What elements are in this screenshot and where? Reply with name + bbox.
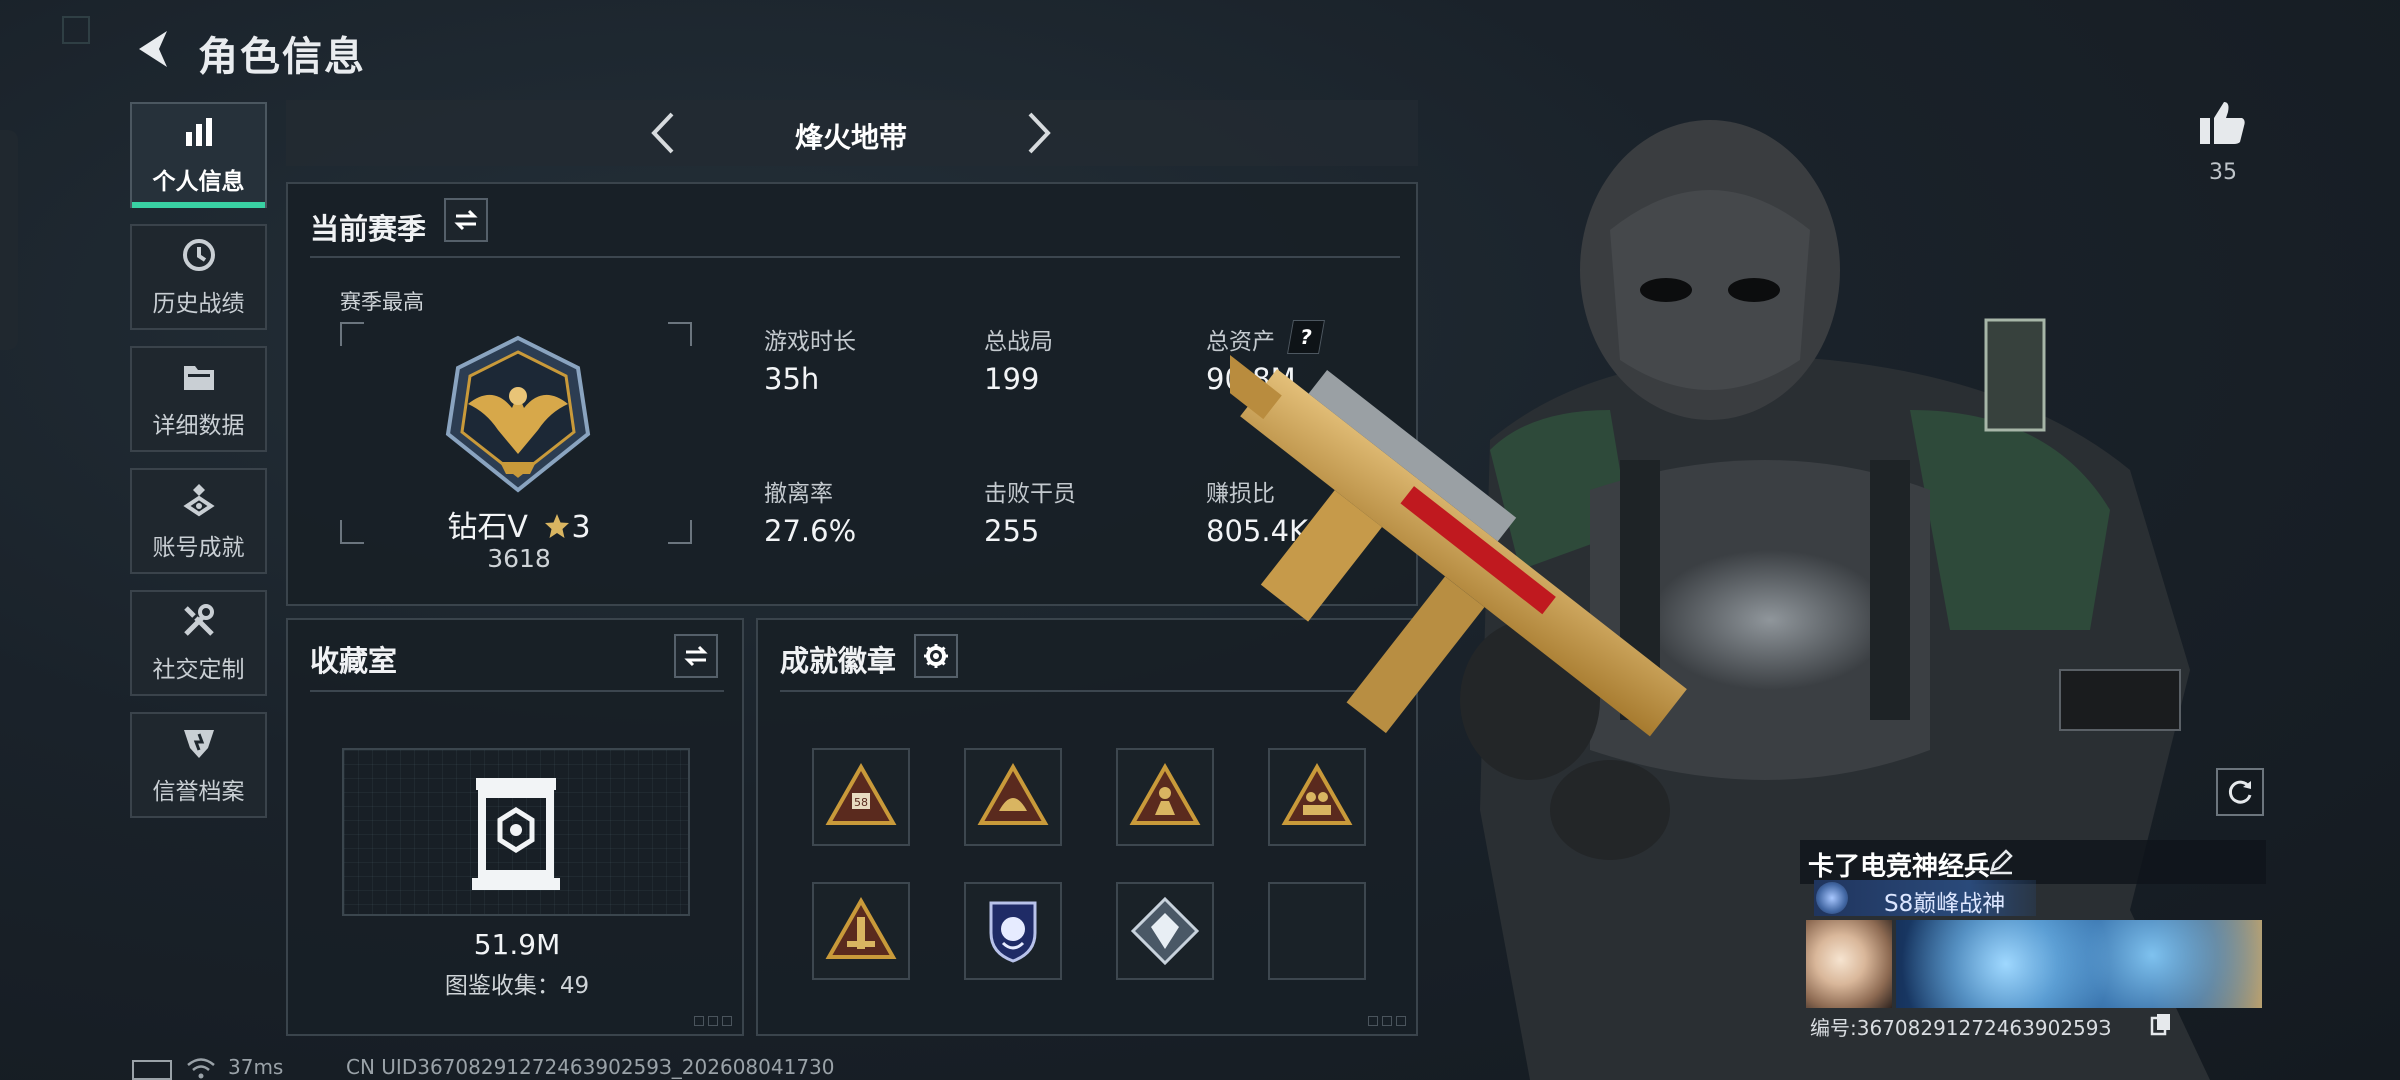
uid-text: CN UID3670829127246390259З_202608041730 [346, 1055, 835, 1079]
badge-slot[interactable] [964, 882, 1062, 980]
stat-value-operators-defeated: 255 [984, 514, 1040, 548]
stat-label-play-time: 游戏时长 [764, 329, 856, 355]
badge-slot[interactable] [1116, 882, 1214, 980]
profile-banner [1896, 920, 2262, 1008]
nav-item-reputation[interactable]: 信誉档案 [130, 712, 267, 818]
frame-corner [340, 520, 364, 544]
season-switch-button[interactable] [444, 198, 488, 242]
triangle-58-badge-icon: 58 [825, 762, 897, 825]
star-icon [545, 514, 570, 538]
back-button[interactable] [128, 24, 178, 74]
stat-value-total-matches: 199 [984, 362, 1040, 396]
swap-arrows-icon [684, 645, 708, 667]
mode-prev-button[interactable] [644, 108, 684, 158]
badges-title: 成就徽章 [780, 644, 897, 678]
nav-item-detailed-data[interactable]: 详细数据 [130, 346, 267, 452]
nav-label: 历史战绩 [152, 291, 245, 317]
title-emblem-icon [1816, 882, 1848, 914]
chevron-right-icon [1028, 112, 1051, 154]
nav-label: 账号成就 [152, 535, 245, 561]
corner-mark-icon [62, 16, 90, 44]
swap-arrows-icon [454, 209, 478, 231]
lion-shield-badge-icon [989, 901, 1037, 963]
frame-corner [668, 322, 692, 346]
refresh-icon [2228, 780, 2252, 804]
nav-label: 详细数据 [152, 413, 245, 439]
collection-value: 51.9M [473, 928, 561, 961]
player-id: 编号:3670829127246390259З [1810, 1016, 2112, 1040]
frame-corner [340, 322, 364, 346]
diamond-rank-emblem-icon [445, 335, 591, 493]
title-badge: S8巅峰战神 [1814, 880, 2036, 917]
folder-icon [183, 366, 214, 390]
shield-badge-icon [183, 730, 214, 758]
nav-label: 信誉档案 [152, 779, 245, 805]
frame-corner [668, 520, 692, 544]
battery-icon [132, 1060, 172, 1080]
wifi-icon [187, 1058, 215, 1079]
svg-text:58: 58 [854, 796, 868, 809]
stat-label-total-matches: 总战局 [984, 329, 1053, 355]
like-count: 35 [2209, 160, 2237, 185]
nav-item-personal-info[interactable]: 个人信息 [130, 102, 267, 208]
rank-name: 钻石V 3 [447, 510, 591, 545]
badge-slot[interactable] [964, 748, 1062, 846]
stat-label-operators-defeated: 击败干员 [984, 481, 1076, 507]
stat-value-play-time: 35h [764, 362, 820, 396]
avatar[interactable] [1806, 920, 1892, 1008]
corner-decoration [694, 1016, 732, 1026]
back-arrow-icon [139, 31, 167, 67]
thumbs-up-icon[interactable] [2196, 96, 2250, 150]
season-title: 当前赛季 [310, 212, 427, 246]
stat-label-extract-rate: 撤离率 [764, 481, 833, 507]
season-best-label: 赛季最高 [340, 290, 424, 314]
stat-value-extract-rate: 27.6% [764, 514, 857, 548]
nav-label: 社交定制 [152, 657, 245, 683]
tools-icon [183, 604, 214, 636]
badge-slot[interactable] [1116, 748, 1214, 846]
pencil-edit-icon[interactable] [1986, 846, 2016, 876]
side-handle[interactable] [0, 130, 18, 350]
collection-title: 收藏室 [310, 644, 398, 678]
collection-preview [342, 748, 690, 916]
player-name: 卡了电竞神经兵 [1808, 852, 1991, 882]
rank-score: 3618 [487, 544, 551, 573]
title-badge-text: S8巅峰战神 [1884, 891, 2006, 917]
page-title: 角色信息 [198, 34, 366, 80]
badges-settings-button[interactable] [914, 634, 958, 678]
chevron-left-icon [651, 112, 674, 154]
player-card[interactable]: 卡了电竞神经兵 S8巅峰战神 [1800, 840, 2266, 1012]
nav-item-achievements[interactable]: 账号成就 [130, 468, 267, 574]
nav-item-social-custom[interactable]: 社交定制 [130, 590, 267, 696]
history-clock-icon [182, 239, 215, 271]
bar-chart-icon [185, 118, 212, 146]
nav-label: 个人信息 [152, 169, 245, 195]
copy-icon[interactable] [2150, 1012, 2172, 1036]
collection-count: 图鉴收集：49 [444, 973, 590, 999]
diamond-crystal-badge-icon [1130, 896, 1200, 966]
triangle-tower-badge-icon [825, 896, 897, 959]
triangle-helmet-badge-icon [977, 762, 1049, 825]
triangle-soldier-badge-icon [1129, 762, 1201, 825]
nav-item-history[interactable]: 历史战绩 [130, 224, 267, 330]
mode-next-button[interactable] [1018, 108, 1058, 158]
badge-slot[interactable] [812, 882, 910, 980]
collection-room-panel[interactable]: 收藏室 51.9M 图鉴收集：49 [286, 618, 744, 1036]
gear-icon [924, 644, 948, 668]
mode-title: 烽火地带 [794, 121, 907, 154]
display-case-icon [472, 778, 560, 890]
rotate-view-button[interactable] [2216, 768, 2264, 816]
divider [310, 690, 724, 692]
ping-text: 37ms [228, 1055, 284, 1079]
achievement-icon [182, 484, 215, 517]
collection-switch-button[interactable] [674, 634, 718, 678]
badge-slot[interactable]: 58 [812, 748, 910, 846]
